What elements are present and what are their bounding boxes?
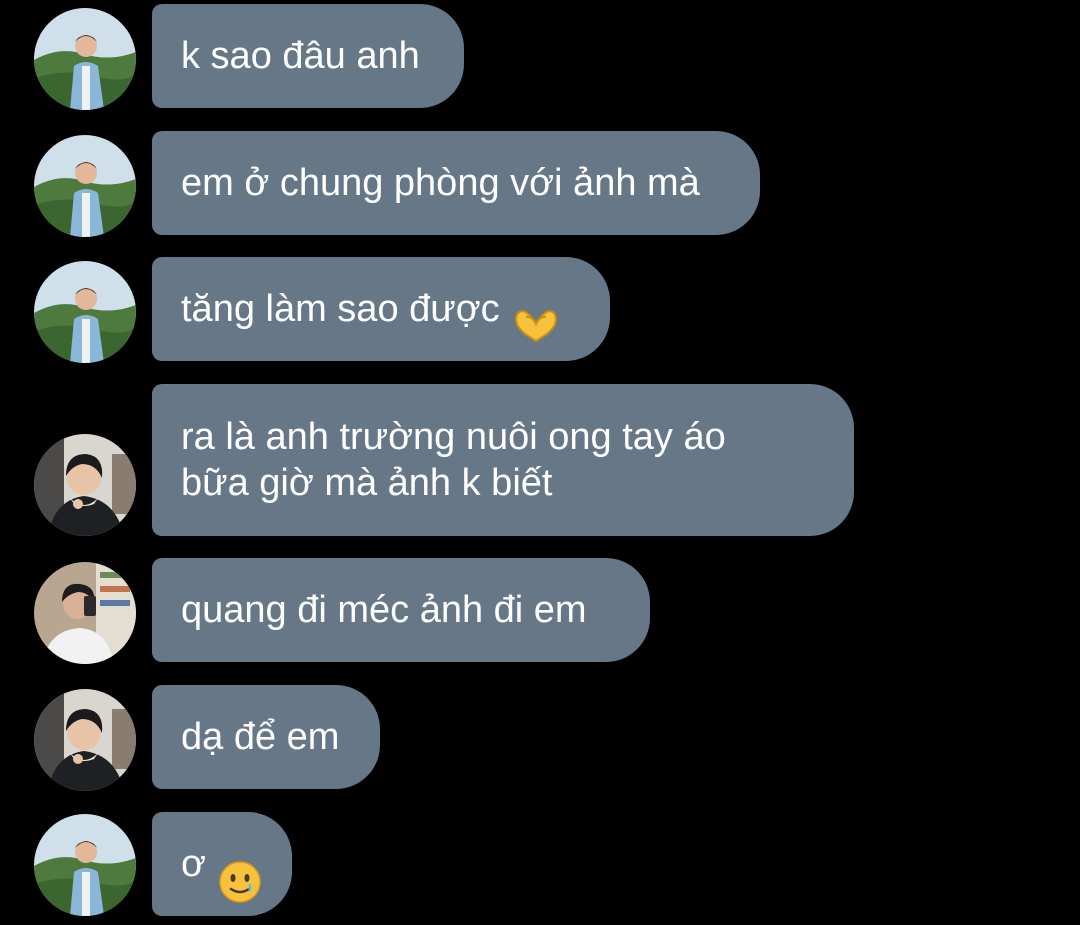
avatar-outdoor-icon <box>34 8 136 110</box>
avatar[interactable] <box>34 261 136 363</box>
message-text: tăng làm sao được <box>181 288 500 330</box>
message-bubble[interactable]: k sao đâu anh <box>152 4 464 108</box>
avatar[interactable] <box>34 135 136 237</box>
message-text: quang đi méc ảnh đi em <box>181 589 587 631</box>
heart-hands-icon <box>512 261 560 358</box>
avatar[interactable] <box>34 434 136 536</box>
message-bubble[interactable]: quang đi méc ảnh đi em <box>152 558 650 662</box>
message-bubble[interactable]: ơ <box>152 812 292 916</box>
avatar-indoor-icon <box>34 689 136 791</box>
message-bubble[interactable]: tăng làm sao được <box>152 257 610 361</box>
message-text: k sao đâu anh <box>181 35 420 77</box>
avatar-outdoor-icon <box>34 814 136 916</box>
avatar[interactable] <box>34 562 136 664</box>
message-bubble[interactable]: dạ để em <box>152 685 380 789</box>
smiling-face-with-tear-icon <box>218 814 262 915</box>
chat-thread: k sao đâu anh em ở chung phòng với ảnh m… <box>0 0 1080 925</box>
avatar[interactable] <box>34 814 136 916</box>
avatar-mirror-selfie-icon <box>34 562 136 664</box>
message-bubble[interactable]: em ở chung phòng với ảnh mà <box>152 131 760 235</box>
avatar-indoor-icon <box>34 434 136 536</box>
avatar-outdoor-icon <box>34 261 136 363</box>
avatar[interactable] <box>34 8 136 110</box>
message-text: dạ để em <box>181 716 340 758</box>
message-text: ơ <box>181 843 206 885</box>
avatar[interactable] <box>34 689 136 791</box>
message-text: ra là anh trường nuôi ong tay áo bữa giờ… <box>181 416 726 504</box>
message-text: em ở chung phòng với ảnh mà <box>181 162 700 204</box>
message-bubble[interactable]: ra là anh trường nuôi ong tay áo bữa giờ… <box>152 384 854 536</box>
avatar-outdoor-icon <box>34 135 136 237</box>
